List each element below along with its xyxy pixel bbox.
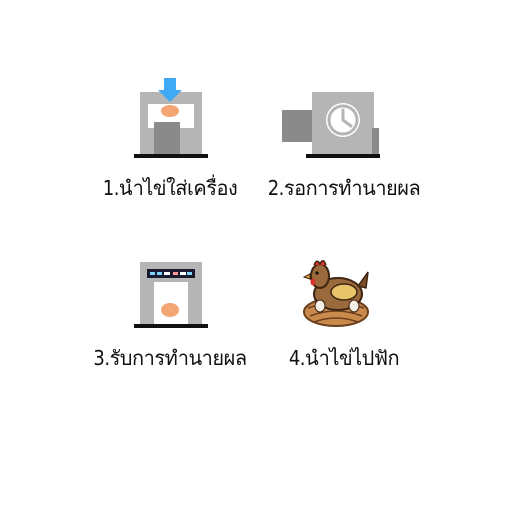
output-slot [154, 282, 188, 324]
machine-side-panel [372, 128, 379, 154]
hen-on-nest-icon [302, 260, 369, 327]
step-incubate-egg: 4.นำไข่ไปฟัก [254, 248, 434, 370]
machine-result-egg-icon [134, 262, 208, 328]
hen-beak [302, 273, 311, 280]
egg-shape [348, 299, 360, 313]
step-insert-egg: 1.นำไข่ใส่เครื่อง [80, 78, 260, 200]
step-label-insert-egg: 1.นำไข่ใส่เครื่อง [102, 176, 238, 200]
hen-comb [313, 260, 327, 266]
machine-wait-clock-icon [282, 92, 380, 158]
egg-shape [161, 303, 179, 317]
hen-wing [330, 283, 358, 301]
machine-insert-egg-icon [134, 78, 208, 158]
step-wait-prediction: 2.รอการทำนายผล [254, 78, 434, 200]
step-receive-prediction: 3.รับการทำนายผล [80, 248, 260, 370]
step-label-receive-prediction: 3.รับการทำนายผล [93, 346, 247, 370]
hen-eye [315, 271, 319, 275]
egg-shape [161, 105, 179, 117]
feed-tray [282, 110, 312, 142]
process-steps-stage: 1.นำไข่ใส่เครื่อง 2.รอการทำนายผล 3.รับกา… [0, 0, 512, 512]
machine-base [306, 154, 380, 158]
step-label-incubate-egg: 4.นำไข่ไปฟัก [288, 346, 400, 370]
egg-shape [314, 299, 326, 313]
machine-inner-block [154, 122, 180, 154]
machine-base [134, 154, 208, 158]
step-label-wait-prediction: 2.รอการทำนายผล [267, 176, 421, 200]
machine-base [134, 324, 208, 328]
